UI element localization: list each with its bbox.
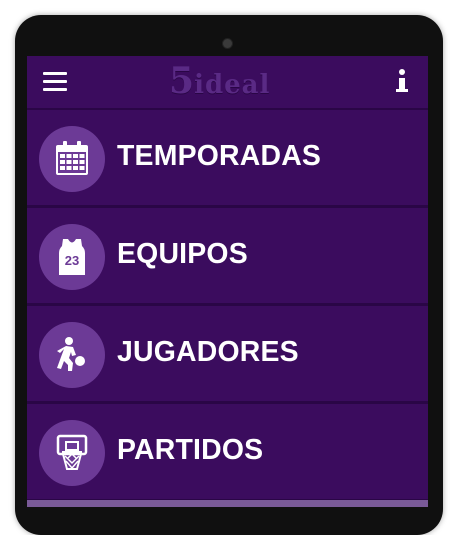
jersey-icon: 23 — [39, 224, 105, 290]
hamburger-icon[interactable] — [43, 72, 67, 91]
info-icon[interactable] — [396, 69, 408, 95]
menu-item-jugadores[interactable]: JUGADORES — [27, 306, 428, 404]
menu-item-label: PARTIDOS — [117, 434, 264, 466]
app-screen: 5ideal TEMPORADAS 23 EQUIPOS JUGADORES P… — [27, 56, 428, 507]
menu-item-partidos[interactable]: PARTIDOS — [27, 404, 428, 502]
next-menu-item-partial — [27, 500, 428, 507]
menu-item-label: JUGADORES — [117, 336, 299, 368]
menu-item-label: TEMPORADAS — [117, 140, 322, 172]
top-bar: 5ideal — [27, 56, 428, 110]
basketball-hoop-icon — [39, 420, 105, 486]
camera-icon — [222, 38, 233, 49]
player-dribbling-icon — [39, 322, 105, 388]
app-logo: 5ideal — [169, 60, 271, 102]
menu-item-equipos[interactable]: 23 EQUIPOS — [27, 208, 428, 306]
calendar-icon — [39, 126, 105, 192]
menu-item-temporadas[interactable]: TEMPORADAS — [27, 110, 428, 208]
menu-item-label: EQUIPOS — [117, 238, 248, 270]
jersey-number: 23 — [65, 253, 79, 268]
